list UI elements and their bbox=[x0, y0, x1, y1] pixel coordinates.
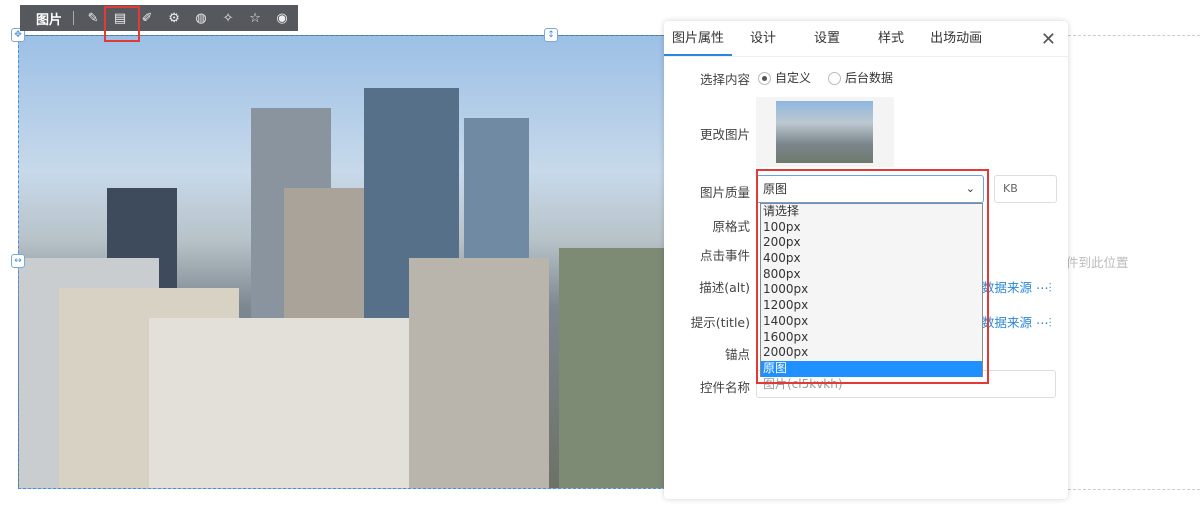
tab-design[interactable]: 设计 bbox=[742, 21, 784, 56]
photo-road bbox=[559, 248, 665, 488]
tab-image-properties[interactable]: 图片属性 bbox=[664, 21, 733, 56]
click-event-label: 点击事件 bbox=[699, 248, 750, 263]
original-format-label: 原格式 bbox=[712, 219, 750, 234]
image-thumbnail[interactable] bbox=[756, 97, 894, 167]
data-tree-icon: ⋯⫶ bbox=[1036, 280, 1052, 295]
edit-icon[interactable]: ✎ bbox=[85, 10, 101, 26]
select-content-label: 选择内容 bbox=[699, 72, 750, 87]
divider bbox=[73, 11, 75, 25]
eye-icon[interactable]: ◉ bbox=[274, 10, 290, 26]
title-label: 提示(title) bbox=[690, 315, 750, 330]
quality-label: 图片质量 bbox=[699, 185, 750, 200]
close-icon[interactable]: ✕ bbox=[1041, 29, 1056, 50]
image-canvas[interactable] bbox=[18, 35, 666, 489]
link-text: 数据来源 bbox=[982, 315, 1033, 330]
drop-zone-border bbox=[1068, 35, 1200, 36]
radio-icon bbox=[828, 72, 841, 85]
toolbar-title: 图片 bbox=[36, 12, 63, 28]
anchor-label: 锚点 bbox=[724, 347, 750, 362]
palette-icon[interactable]: ◍ bbox=[193, 10, 209, 26]
control-name-label: 控件名称 bbox=[699, 380, 750, 395]
resize-vertical-handle-icon[interactable]: ↕ bbox=[544, 28, 558, 42]
star-icon[interactable]: ☆ bbox=[247, 10, 263, 26]
highlight-box bbox=[756, 169, 989, 384]
panel-tabs: 图片属性 设计 设置 样式 出场动画 ✕ bbox=[664, 21, 1068, 57]
photo-building bbox=[409, 258, 549, 488]
change-image-label: 更改图片 bbox=[699, 127, 750, 142]
gear-icon[interactable]: ⚙ bbox=[166, 10, 182, 26]
tab-animation[interactable]: 出场动画 bbox=[922, 21, 990, 56]
resize-horizontal-handle-icon[interactable]: ↔ bbox=[11, 254, 25, 268]
drop-hint: 件到此位置 bbox=[1066, 255, 1129, 270]
radio-label: 后台数据 bbox=[845, 71, 894, 85]
size-kb-input[interactable]: KB bbox=[994, 175, 1057, 203]
title-data-source-link[interactable]: 数据来源 ⋯⫶ bbox=[982, 312, 1052, 331]
image-toolbar: 图片 ✎ ▤ ✐ ⚙ ◍ ✧ ☆ ◉ bbox=[20, 5, 298, 31]
tab-settings[interactable]: 设置 bbox=[806, 21, 848, 56]
tab-style[interactable]: 样式 bbox=[870, 21, 912, 56]
radio-custom[interactable]: 自定义 bbox=[758, 69, 811, 86]
radio-backend-data[interactable]: 后台数据 bbox=[828, 69, 893, 86]
highlight-box bbox=[104, 6, 140, 42]
alt-data-source-link[interactable]: 数据来源 ⋯⫶ bbox=[982, 277, 1052, 296]
radio-label: 自定义 bbox=[775, 71, 812, 85]
drop-zone-border bbox=[1068, 489, 1200, 490]
link-edit-icon[interactable]: ✐ bbox=[139, 10, 155, 26]
radio-icon bbox=[758, 72, 771, 85]
thumbnail-photo bbox=[776, 101, 873, 163]
data-tree-icon: ⋯⫶ bbox=[1036, 315, 1052, 330]
link-text: 数据来源 bbox=[982, 280, 1033, 295]
alt-label: 描述(alt) bbox=[699, 280, 750, 295]
magic-wand-icon[interactable]: ✧ bbox=[220, 10, 236, 26]
photo-building bbox=[149, 318, 439, 488]
